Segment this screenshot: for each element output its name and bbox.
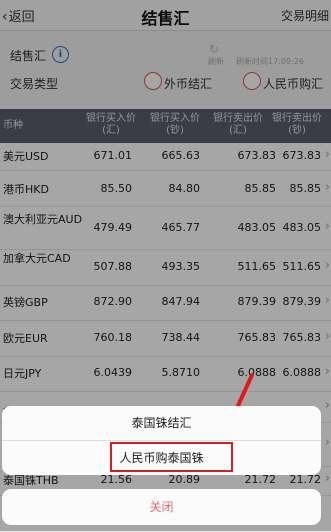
annotation-highlight-box <box>110 442 233 472</box>
close-button[interactable]: 关闭 <box>2 489 321 525</box>
action-option-thb-settlement[interactable]: 泰国铢结汇 <box>2 406 321 441</box>
